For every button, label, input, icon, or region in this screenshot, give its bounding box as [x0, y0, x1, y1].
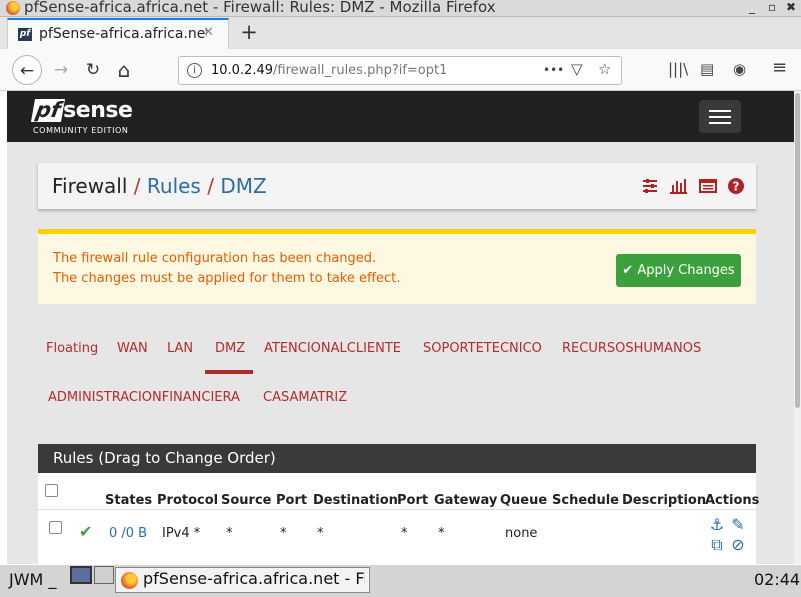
col-source-port: Port — [276, 493, 308, 508]
browser-tab[interactable]: pf pfSense-africa.africa.net - ✕ — [7, 18, 229, 49]
account-icon[interactable]: ◉ — [733, 60, 746, 78]
col-schedule: Schedule — [552, 493, 619, 508]
taskbar-firefox-task[interactable]: pfSense-africa.africa.net - Fir — [115, 567, 370, 593]
rule-queue: none — [505, 526, 538, 541]
url-host: 10.0.2.49 — [211, 63, 274, 78]
col-source: Source — [221, 493, 272, 508]
breadcrumb-firewall: Firewall — [52, 174, 128, 198]
close-window-button[interactable]: ✖ — [784, 0, 798, 14]
sidebar-icon[interactable]: ▤ — [700, 60, 714, 78]
clock: 02:44 — [754, 570, 801, 589]
firefox-icon — [121, 572, 138, 589]
rule-dest-port: * — [401, 526, 408, 541]
scrollbar-thumb[interactable] — [795, 93, 800, 408]
firefox-icon — [6, 1, 20, 15]
tab-floating[interactable]: Floating — [46, 341, 98, 356]
tab-atencionalcliente[interactable]: ATENCIONALCLIENTE — [264, 341, 401, 356]
rule-select-checkbox[interactable] — [49, 521, 62, 534]
svg-text:?: ? — [733, 180, 740, 194]
url-bar[interactable]: i 10.0.2.49/firewall_rules.php?if=opt1 •… — [178, 56, 622, 85]
library-icon[interactable]: |||\ — [668, 60, 688, 78]
rules-panel-heading: Rules (Drag to Change Order) — [38, 444, 756, 473]
col-gateway: Gateway — [434, 493, 498, 508]
logo-pf: pf — [30, 98, 66, 122]
rule-protocol: IPv4 * — [162, 526, 201, 541]
config-changed-alert: The firewall rule configuration has been… — [38, 229, 756, 304]
breadcrumb: Firewall / Rules / DMZ ? — [38, 163, 756, 209]
logo-edition: COMMUNITY EDITION — [33, 126, 129, 135]
disable-icon[interactable]: ⊘ — [729, 535, 747, 554]
tab-administracionfinanciera[interactable]: ADMINISTRACIONFINANCIERA — [48, 390, 240, 405]
hamburger-menu-icon[interactable]: ≡ — [772, 57, 787, 78]
tab-casamatriz[interactable]: CASAMATRIZ — [263, 390, 347, 405]
breadcrumb-separator: / — [133, 174, 141, 198]
page-actions-icon[interactable]: ••• — [543, 63, 564, 77]
pocket-icon[interactable]: ▽ — [571, 60, 583, 78]
menu-toggle-button[interactable] — [699, 100, 741, 133]
rule-states-link[interactable]: 0 /0 B — [109, 526, 147, 541]
site-info-icon[interactable]: i — [187, 63, 202, 78]
alert-line-1: The firewall rule configuration has been… — [53, 251, 377, 266]
bar-chart-icon[interactable] — [669, 177, 687, 195]
jwm-menu-button[interactable]: JWM _ — [9, 570, 56, 589]
rule-source: * — [226, 526, 233, 541]
rules-panel: Rules (Drag to Change Order) States Prot… — [38, 444, 760, 564]
desktop-2-pager[interactable] — [94, 566, 114, 584]
tab-title: pfSense-africa.africa.net - — [39, 26, 207, 42]
anchor-icon[interactable]: ⚓ — [708, 515, 726, 534]
new-tab-button[interactable]: + — [237, 20, 261, 44]
url-text[interactable]: 10.0.2.49/firewall_rules.php?if=opt1 — [211, 63, 447, 78]
active-tab-indicator — [205, 370, 253, 374]
breadcrumb-rules-link[interactable]: Rules — [147, 174, 201, 198]
url-path: /firewall_rules.php?if=opt1 — [273, 63, 448, 78]
edit-icon[interactable]: ✎ — [729, 515, 747, 534]
pfsense-logo[interactable]: pfsense COMMUNITY EDITION — [30, 98, 133, 135]
window-titlebar: pfSense-africa.africa.net - Firewall: Ru… — [0, 0, 801, 17]
rule-pass-check-icon[interactable]: ✔ — [79, 522, 92, 541]
col-description: Description — [622, 493, 707, 508]
logo-sense: sense — [63, 98, 133, 123]
header-divider — [38, 509, 756, 510]
jwm-label: JWM — [9, 570, 44, 589]
col-states: States — [105, 493, 153, 508]
tab-wan[interactable]: WAN — [117, 341, 148, 356]
breadcrumb-dmz-link[interactable]: DMZ — [220, 174, 266, 198]
pfsense-favicon-icon: pf — [18, 28, 32, 41]
rule-gateway: * — [438, 526, 445, 541]
window-title: pfSense-africa.africa.net - Firewall: Ru… — [24, 0, 496, 16]
copy-icon[interactable]: ⧉ — [708, 535, 726, 555]
back-button[interactable]: ← — [12, 55, 42, 85]
forward-button[interactable]: → — [46, 55, 76, 85]
rule-source-port: * — [280, 526, 287, 541]
reload-button[interactable]: ↻ — [78, 55, 108, 85]
table-list-icon[interactable] — [699, 177, 717, 195]
col-dest-port: Port — [397, 493, 429, 508]
tab-soportetecnico[interactable]: SOPORTETECNICO — [423, 341, 542, 356]
close-tab-icon[interactable]: ✕ — [203, 25, 214, 40]
check-icon: ✔ — [622, 263, 634, 278]
pfsense-navbar: pfsense COMMUNITY EDITION — [7, 91, 794, 142]
task-label: pfSense-africa.africa.net - Fir — [143, 569, 365, 588]
apply-changes-label: Apply Changes — [637, 263, 735, 278]
col-protocol: Protocol — [157, 493, 219, 508]
minimize-button[interactable]: _ — [745, 0, 759, 14]
tab-lan[interactable]: LAN — [167, 341, 193, 356]
tab-recursoshumanos[interactable]: RECURSOSHUMANOS — [562, 341, 701, 356]
desktop-1-pager[interactable] — [70, 566, 92, 584]
alert-line-2: The changes must be applied for them to … — [53, 271, 401, 286]
tab-dmz[interactable]: DMZ — [215, 341, 245, 356]
breadcrumb-separator: / — [207, 174, 214, 198]
home-button[interactable]: ⌂ — [109, 55, 139, 85]
apply-changes-button[interactable]: ✔ Apply Changes — [616, 254, 741, 287]
rule-destination: * — [317, 526, 324, 541]
col-actions: Actions — [705, 493, 760, 508]
col-queue: Queue — [500, 493, 548, 508]
maximize-button[interactable]: ▫ — [765, 0, 779, 14]
bookmark-star-icon[interactable]: ☆ — [598, 60, 611, 78]
col-destination: Destination — [313, 493, 398, 508]
sliders-icon[interactable] — [641, 177, 659, 195]
wm-separator: _ — [48, 570, 57, 589]
select-all-checkbox[interactable] — [45, 484, 58, 497]
help-icon[interactable]: ? — [727, 177, 745, 195]
